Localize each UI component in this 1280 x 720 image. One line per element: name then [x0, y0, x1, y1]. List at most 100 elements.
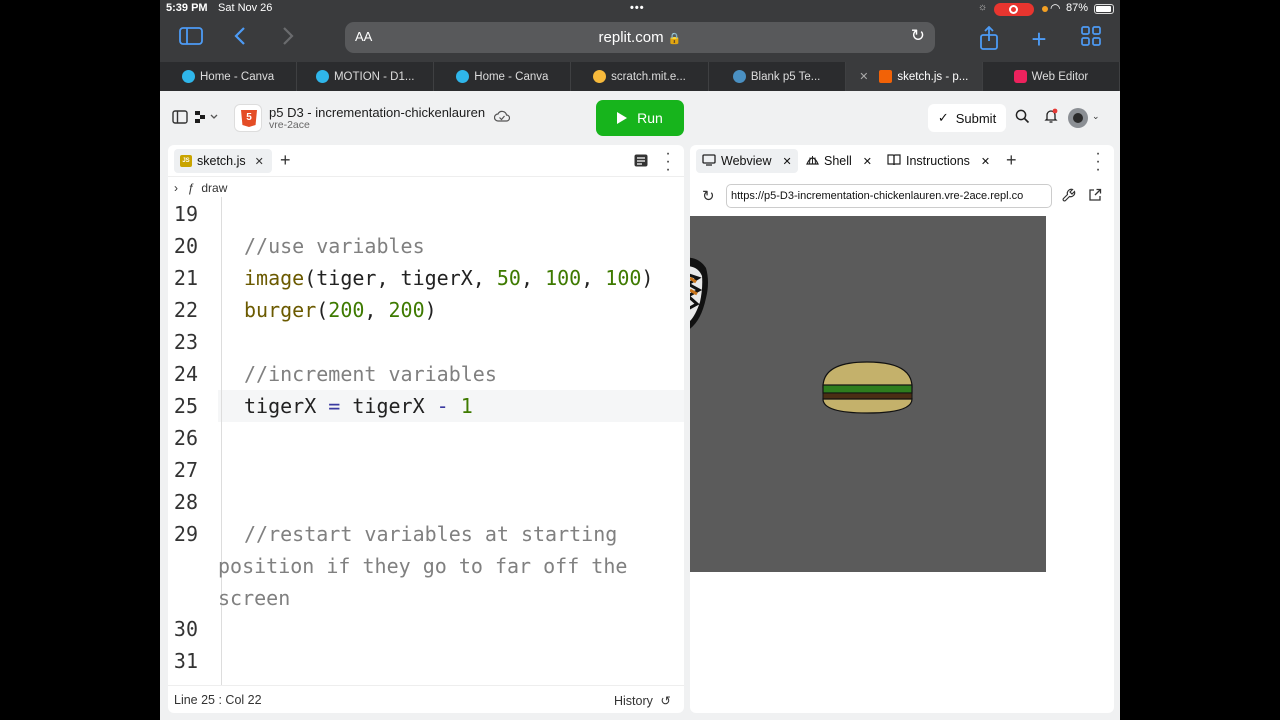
status-date: Sat Nov 26 [218, 2, 273, 14]
tab-favicon-icon [456, 70, 470, 83]
burger-image [822, 361, 913, 414]
code-area[interactable]: 19 20 //use variables 21 image(tiger, ti… [168, 197, 684, 685]
forward-icon[interactable] [278, 26, 298, 52]
breadcrumb[interactable]: › ƒ draw [174, 181, 227, 195]
history-button[interactable]: History ↺ [614, 693, 671, 708]
line-number: 30 [173, 617, 198, 641]
notification-bell-icon[interactable] [1043, 108, 1059, 127]
close-icon[interactable]: ✕ [981, 155, 990, 168]
tab-overview-icon[interactable] [1080, 26, 1102, 52]
tab-webview[interactable]: Webview ✕ [696, 149, 798, 173]
code-line: burger(200, 200) [244, 298, 437, 322]
browser-tab[interactable]: scratch.mit.e... [571, 62, 709, 91]
browser-tab-strip: Home - Canva MOTION - D1... Home - Canva… [160, 62, 1120, 91]
close-tab-icon[interactable]: ✕ [859, 70, 868, 83]
submit-button[interactable]: ✓ Submit [928, 104, 1006, 132]
book-icon [887, 153, 901, 169]
avatar[interactable] [1068, 108, 1088, 128]
reload-icon[interactable]: ↻ [911, 26, 925, 46]
html5-icon: 5 [234, 104, 262, 132]
code-editor-panel: JS sketch.js ✕ + · · · › ƒ draw 19 20 //us… [168, 145, 684, 713]
close-icon[interactable]: ✕ [863, 155, 872, 168]
sidebar-toggle-icon[interactable] [178, 26, 204, 52]
address-url: replit.com 🔒 [598, 29, 682, 46]
open-external-icon[interactable] [1088, 188, 1102, 207]
shell-icon [806, 154, 819, 169]
function-icon: ƒ [187, 181, 195, 195]
webview-tab-bar: Webview ✕ Shell ✕ Instructions ✕ + · · · [690, 145, 1114, 178]
battery-icon [1094, 4, 1114, 14]
history-icon: ↺ [660, 694, 671, 708]
line-number: 22 [173, 298, 198, 322]
webview-panel: Webview ✕ Shell ✕ Instructions ✕ + · · · ↻ [690, 145, 1114, 713]
tab-shell[interactable]: Shell ✕ [800, 149, 878, 173]
screen-recording-icon [994, 3, 1034, 16]
browser-tab[interactable]: Home - Canva [160, 62, 298, 91]
wifi-icon: ◠ [1050, 1, 1061, 15]
play-icon [617, 112, 628, 124]
indent-guide [221, 197, 222, 685]
project-subtitle: vre-2ace [269, 119, 310, 131]
chevron-down-icon[interactable]: ⌄ [1092, 111, 1100, 122]
code-line-wrap: position if they go to far off the [218, 554, 628, 578]
tab-instructions[interactable]: Instructions ✕ [881, 149, 996, 173]
more-options-icon[interactable]: · · · [1093, 146, 1103, 178]
line-number: 19 [173, 202, 198, 226]
tiger-image [690, 257, 708, 329]
line-number: 27 [173, 458, 198, 482]
browser-tab[interactable]: MOTION - D1... [297, 62, 435, 91]
cursor-position: Line 25 : Col 22 [174, 693, 262, 707]
replit-logo-icon[interactable] [194, 109, 220, 128]
tab-sketch-js[interactable]: JS sketch.js ✕ [174, 149, 272, 173]
project-title[interactable]: p5 D3 - incrementation-chickenlauren [269, 105, 485, 120]
code-line: tigerX = tigerX - 1 [244, 394, 473, 418]
reload-icon[interactable]: ↻ [702, 187, 715, 205]
line-number: 25 [173, 394, 198, 418]
tab-favicon-icon [732, 70, 746, 83]
line-number: 21 [173, 266, 198, 290]
code-line: //increment variables [244, 362, 497, 386]
status-time: 5:39 PM [166, 2, 208, 14]
browser-tab[interactable]: Home - Canva [434, 62, 572, 91]
new-tab-icon[interactable]: + [280, 150, 291, 171]
browser-tab[interactable]: Blank p5 Te... [709, 62, 846, 91]
js-file-icon: JS [180, 155, 192, 167]
lock-icon: 🔒 [667, 33, 682, 45]
editor-status-bar: Line 25 : Col 22 History ↺ [168, 685, 684, 713]
editor-tab-bar: JS sketch.js ✕ + · · · [168, 145, 684, 178]
multitasking-dots-icon[interactable]: ••• [630, 2, 645, 14]
file-format-icon[interactable] [634, 154, 648, 172]
p5-canvas[interactable] [690, 216, 1046, 572]
focus-icon: ☼ [978, 2, 988, 13]
address-bar[interactable]: AA replit.com 🔒 ↻ [345, 22, 935, 53]
replit-header: 5 p5 D3 - incrementation-chickenlauren v… [160, 91, 1120, 145]
browser-tab-active[interactable]: ✕ sketch.js - p... [845, 62, 983, 91]
code-line: //restart variables at starting [244, 522, 618, 546]
tab-favicon-icon [593, 70, 607, 83]
search-icon[interactable] [1015, 109, 1030, 127]
webview-url-input[interactable]: https://p5-D3-incrementation-chickenlaur… [726, 184, 1052, 208]
mic-indicator-icon [1042, 6, 1048, 12]
back-icon[interactable] [230, 26, 250, 52]
run-button[interactable]: Run [596, 100, 684, 136]
line-number: 28 [173, 490, 198, 514]
chevron-right-icon: › [174, 181, 178, 195]
share-icon[interactable] [978, 25, 1000, 52]
tab-favicon-icon [182, 70, 195, 83]
line-number: 23 [173, 330, 198, 354]
tab-favicon-icon [879, 70, 893, 83]
line-number: 24 [173, 362, 198, 386]
close-icon[interactable]: ✕ [782, 155, 791, 168]
sidebar-toggle-icon[interactable] [172, 110, 188, 127]
line-number: 20 [173, 234, 198, 258]
browser-tab[interactable]: Web Editor [983, 62, 1120, 91]
close-icon[interactable]: ✕ [255, 155, 264, 168]
code-line: image(tiger, tigerX, 50, 100, 100) [244, 266, 654, 290]
new-tab-icon[interactable]: + [1006, 150, 1017, 171]
line-number: 31 [173, 649, 198, 673]
more-options-icon[interactable]: · · · [663, 146, 673, 178]
new-tab-icon[interactable]: + [1028, 26, 1050, 52]
battery-percent: 87% [1066, 2, 1089, 14]
devtools-wrench-icon[interactable] [1062, 188, 1076, 207]
checkmark-icon: ✓ [937, 110, 949, 125]
